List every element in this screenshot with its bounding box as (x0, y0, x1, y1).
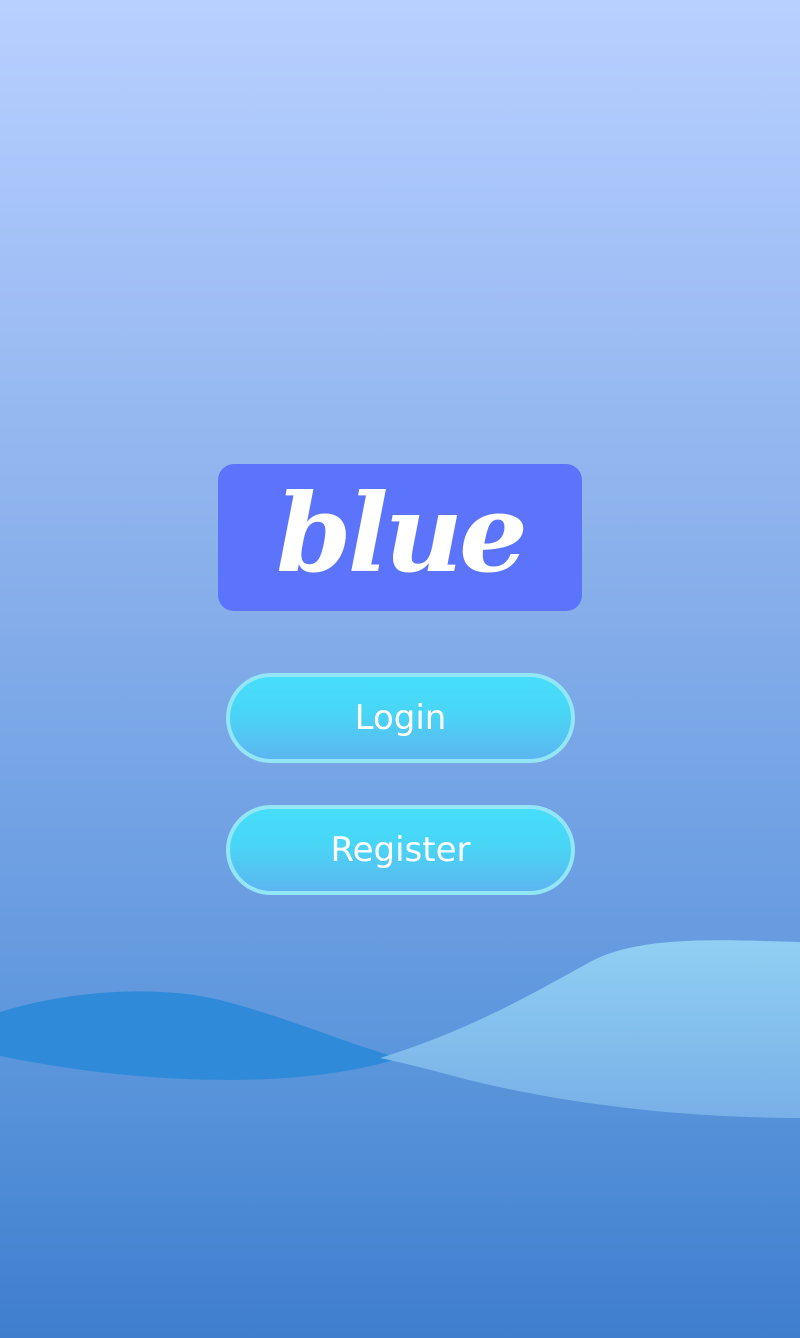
landing-screen: blue Login Register (0, 0, 800, 1338)
login-button[interactable]: Login (226, 673, 575, 763)
app-logo: blue (276, 470, 528, 597)
logo-box: blue (218, 464, 582, 611)
light-wave-shape (380, 940, 800, 1118)
dark-wave-shape (0, 991, 400, 1080)
register-button[interactable]: Register (226, 805, 575, 895)
background-waves (0, 940, 800, 1118)
